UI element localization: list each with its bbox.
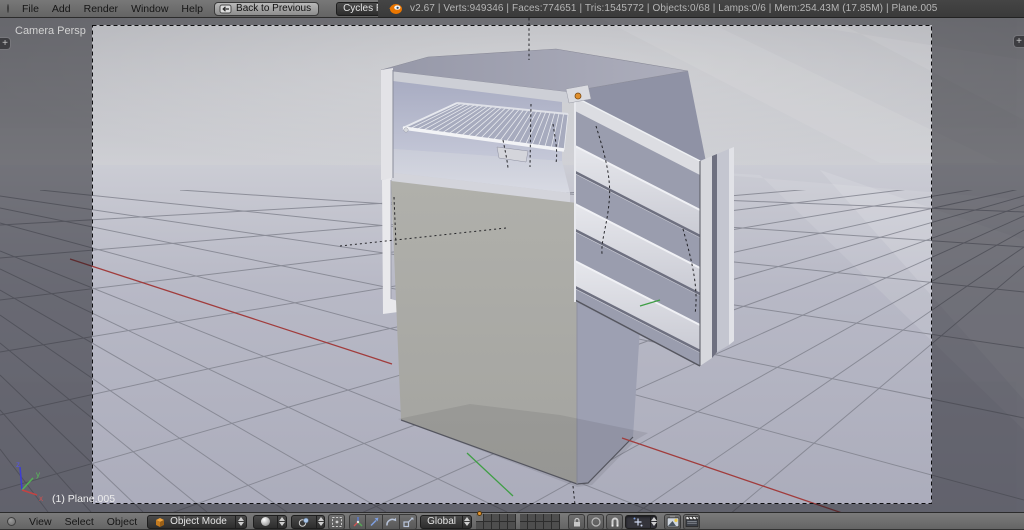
viewport-menu-collapse-icon[interactable] xyxy=(7,517,16,526)
layers-widget-right xyxy=(520,513,561,530)
viewport-header: View Select Object Object Mode Global xyxy=(0,510,1024,530)
scale-manipulator-button[interactable] xyxy=(400,513,418,530)
back-to-previous-label: Back to Previous xyxy=(236,3,312,14)
stepper-arrows-icon[interactable] xyxy=(235,515,246,528)
center-points-icon xyxy=(331,516,342,527)
scene-statistics: v2.67 | Verts:949346 | Faces:774651 | Tr… xyxy=(410,3,938,14)
layer-toggle[interactable] xyxy=(508,513,517,522)
transform-orientation-select[interactable]: Global xyxy=(420,514,473,529)
stepper-arrows-icon[interactable] xyxy=(462,515,471,528)
mini-axis-gizmo: z y x xyxy=(16,460,43,503)
manipulator-toggle-button[interactable] xyxy=(349,513,367,530)
layer-toggle[interactable] xyxy=(536,513,545,522)
stepper-arrows-icon[interactable] xyxy=(316,515,324,528)
blender-window: File Add Render Window Help Back to Prev… xyxy=(0,0,1024,530)
viewport-shading-select[interactable] xyxy=(253,514,288,529)
menu-render[interactable]: Render xyxy=(84,3,118,15)
layer-toggle[interactable] xyxy=(500,521,509,530)
blender-logo-icon xyxy=(389,4,402,14)
layer-toggle[interactable] xyxy=(520,521,529,530)
layer-toggle[interactable] xyxy=(484,513,493,522)
manipulator-group xyxy=(349,513,418,530)
layer-toggle[interactable] xyxy=(528,513,537,522)
pivot-point-select[interactable] xyxy=(291,514,326,529)
layer-toggle[interactable] xyxy=(552,521,561,530)
snap-increment-icon xyxy=(633,517,643,526)
opengl-render-button[interactable] xyxy=(664,513,682,530)
menu-file[interactable]: File xyxy=(22,3,39,15)
axis-y-label: y xyxy=(36,470,40,479)
menu-object[interactable]: Object xyxy=(107,516,137,528)
layer-toggle[interactable] xyxy=(536,521,545,530)
manipulator-axis-icon xyxy=(353,516,363,526)
object-mode-cube-icon xyxy=(156,517,165,527)
scene-canvas xyxy=(0,18,1024,512)
menu-window[interactable]: Window xyxy=(131,3,168,15)
rotate-arc-icon xyxy=(386,517,397,526)
info-header-left: File Add Render Window Help Back to Prev… xyxy=(0,0,422,18)
interaction-mode-value: Object Mode xyxy=(170,516,227,527)
stepper-arrows-icon[interactable] xyxy=(277,515,286,528)
layer-toggle[interactable] xyxy=(492,513,501,522)
rotate-manipulator-button[interactable] xyxy=(383,513,401,530)
shading-sphere-icon xyxy=(261,517,271,526)
active-object-label: (1) Plane.005 xyxy=(52,493,116,505)
layer-toggle[interactable] xyxy=(552,513,561,522)
transform-orientation-value: Global xyxy=(427,516,457,527)
back-icon xyxy=(219,4,232,13)
layer-toggle[interactable] xyxy=(476,521,485,530)
layer-toggle[interactable] xyxy=(492,521,501,530)
layers-widget-left xyxy=(476,510,517,530)
axis-z-label: z xyxy=(16,460,20,469)
info-header-right: v2.67 | Verts:949346 | Faces:774651 | Tr… xyxy=(378,0,1024,18)
back-to-previous-button[interactable]: Back to Previous xyxy=(214,1,320,16)
layer-toggle[interactable] xyxy=(500,513,509,522)
layer-toggle[interactable] xyxy=(544,513,553,522)
layer-objects-dot xyxy=(477,510,483,516)
properties-expand-tab[interactable]: + xyxy=(1013,35,1024,48)
opengl-render-anim-button[interactable] xyxy=(683,513,701,530)
magnet-icon xyxy=(611,517,619,527)
stepper-arrows-icon[interactable] xyxy=(650,515,658,528)
scale-box-icon xyxy=(403,517,414,527)
menu-help[interactable]: Help xyxy=(181,3,203,15)
layer-toggle[interactable] xyxy=(484,521,493,530)
info-header: File Add Render Window Help Back to Prev… xyxy=(0,0,1024,18)
layer-toggle[interactable] xyxy=(544,521,553,530)
3d-viewport[interactable]: Camera Persp (1) Plane.005 + + z y x xyxy=(0,18,1024,512)
proportional-circle-icon xyxy=(591,516,601,527)
snap-toggle-button[interactable] xyxy=(606,513,624,530)
layer-toggle[interactable] xyxy=(476,510,485,522)
toolshelf-expand-tab[interactable]: + xyxy=(0,37,11,50)
menu-add[interactable]: Add xyxy=(52,3,71,15)
lock-icon xyxy=(573,517,580,526)
editor-menu-collapse-icon[interactable] xyxy=(7,4,9,13)
manipulate-center-points-toggle[interactable] xyxy=(328,513,346,530)
proportional-edit-button[interactable] xyxy=(587,513,605,530)
interaction-mode-select[interactable]: Object Mode xyxy=(147,514,248,529)
pivot-point-icon xyxy=(298,517,309,527)
menu-select[interactable]: Select xyxy=(65,516,94,528)
layer-toggle[interactable] xyxy=(528,521,537,530)
layer-toggle[interactable] xyxy=(520,513,529,522)
axis-x-label: x xyxy=(39,494,43,503)
render-image-icon xyxy=(666,515,679,528)
view-mode-label: Camera Persp xyxy=(15,25,86,37)
translate-manipulator-button[interactable] xyxy=(366,513,384,530)
clapperboard-icon xyxy=(685,516,698,527)
translate-arrow-icon xyxy=(370,517,379,526)
layer-toggle[interactable] xyxy=(508,521,517,530)
menu-view[interactable]: View xyxy=(29,516,52,528)
snap-element-select[interactable] xyxy=(625,514,658,529)
object-origin-dot xyxy=(574,92,582,100)
lock-to-scene-button[interactable] xyxy=(568,513,586,530)
